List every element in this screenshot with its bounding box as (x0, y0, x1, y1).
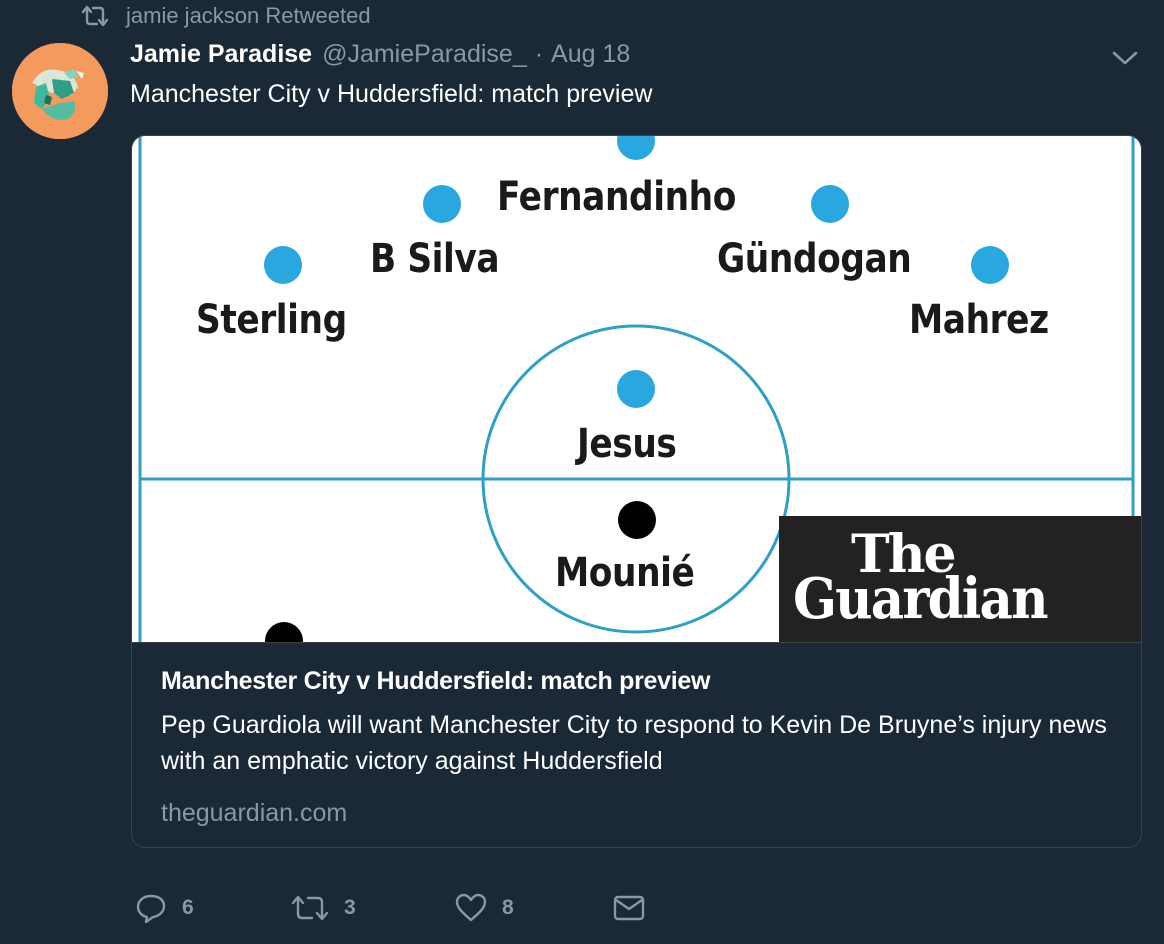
user-handle[interactable]: @JamieParadise_ (322, 40, 527, 69)
heart-icon (454, 892, 488, 924)
retweet-icon (290, 892, 330, 924)
direct-message-button[interactable] (612, 888, 646, 928)
player-label: Gündogan (717, 236, 912, 282)
retweet-context[interactable]: jamie jackson Retweeted (80, 2, 371, 30)
tweet-text: Manchester City v Huddersfield: match pr… (130, 80, 653, 108)
retweet-icon (80, 4, 110, 28)
card-body[interactable]: Manchester City v Huddersfield: match pr… (132, 642, 1141, 847)
player-label: Mounié (555, 550, 695, 596)
retweet-count: 3 (344, 896, 356, 919)
tweet-actions: 6 3 8 (130, 888, 670, 928)
separator-dot: · (534, 40, 544, 68)
retweet-button[interactable]: 3 (290, 888, 356, 928)
display-name[interactable]: Jamie Paradise (130, 40, 312, 69)
opponent-dot (618, 501, 656, 539)
player-label: Fernandinho (497, 174, 736, 220)
reply-count: 6 (182, 896, 194, 919)
chevron-down-icon[interactable] (1110, 48, 1140, 68)
guardian-logo-line2: Guardian (793, 566, 1049, 632)
retweet-context-text: jamie jackson Retweeted (126, 3, 371, 28)
player-label: B Silva (370, 236, 500, 282)
player-dot (811, 185, 849, 223)
player-dot (264, 246, 302, 284)
card-title: Manchester City v Huddersfield: match pr… (161, 667, 711, 695)
reply-icon (134, 892, 168, 924)
reply-button[interactable]: 6 (134, 888, 194, 928)
card-image[interactable]: Fernandinho B Silva Gündogan Sterling Ma… (132, 136, 1141, 642)
player-label: Sterling (196, 297, 347, 343)
tweet-date[interactable]: Aug 18 (551, 40, 630, 69)
player-label: Jesus (577, 421, 677, 467)
card-domain: theguardian.com (161, 799, 348, 827)
opponent-dot (265, 622, 303, 642)
player-dot (617, 370, 655, 408)
like-count: 8 (502, 896, 514, 919)
tweet[interactable]: jamie jackson Retweeted Jamie Paradise @… (0, 0, 1164, 944)
card-description: Pep Guardiola will want Manchester City … (161, 711, 1107, 775)
tweet-header: Jamie Paradise @JamieParadise_ · Aug 18 (130, 40, 630, 74)
player-label: Mahrez (909, 297, 1049, 343)
player-dot (617, 136, 655, 160)
like-button[interactable]: 8 (454, 888, 514, 928)
link-card[interactable]: Fernandinho B Silva Gündogan Sterling Ma… (131, 135, 1142, 848)
player-dot (423, 185, 461, 223)
envelope-icon (612, 892, 646, 924)
guardian-logo: The Guardian (779, 516, 1141, 642)
player-dot (971, 246, 1009, 284)
avatar[interactable] (12, 43, 108, 139)
